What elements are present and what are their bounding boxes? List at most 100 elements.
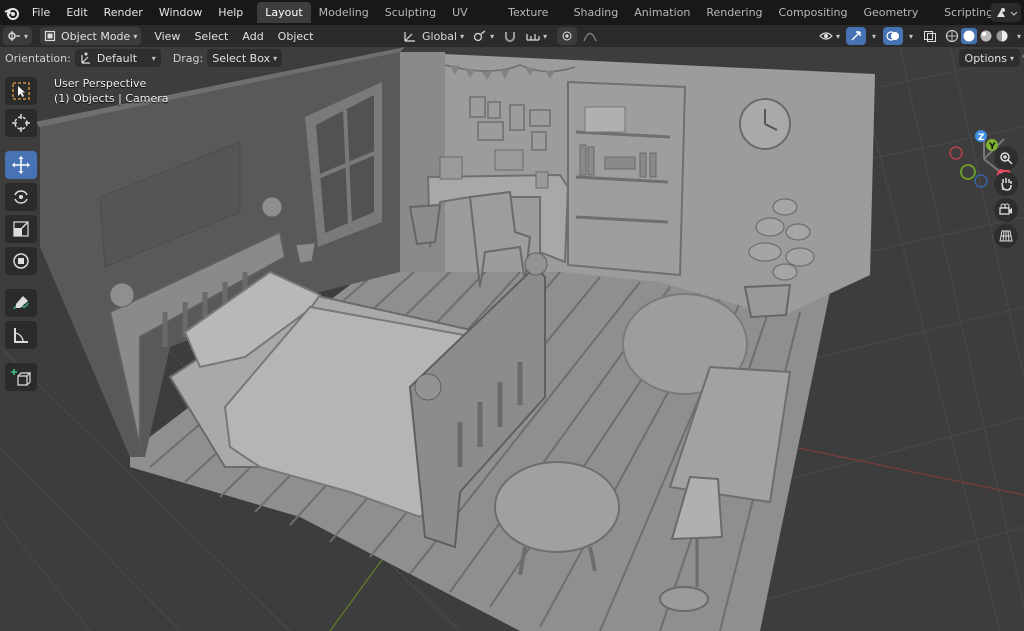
ortho-toggle-button[interactable] xyxy=(994,224,1018,248)
drag-setting-value: Select Box xyxy=(212,51,271,65)
menu-edit[interactable]: Edit xyxy=(58,0,95,25)
neg-y-handle xyxy=(960,164,976,180)
select-box-tool[interactable] xyxy=(5,77,37,105)
proportional-edit-toggle[interactable] xyxy=(557,27,578,45)
zoom-button[interactable] xyxy=(994,146,1018,170)
editor-type-button[interactable]: ▾ xyxy=(3,27,33,45)
options-dropdown[interactable]: Options ▾ xyxy=(958,49,1020,67)
header-menu-object[interactable]: Object xyxy=(271,30,321,43)
menu-file[interactable]: File xyxy=(24,0,58,25)
3d-viewport[interactable]: User Perspective (1) Objects | Camera X … xyxy=(0,47,1024,631)
side-table xyxy=(494,461,620,553)
scene-icon xyxy=(997,7,1017,17)
rotate-tool[interactable] xyxy=(5,183,37,211)
grid-perspective-icon xyxy=(999,230,1013,242)
menu-help[interactable]: Help xyxy=(210,0,251,25)
tab-sculpting[interactable]: Sculpting xyxy=(377,2,444,23)
collection-label: (1) Objects | Camera xyxy=(54,92,169,105)
measure-tool[interactable] xyxy=(5,321,37,349)
top-menu-bar: File Edit Render Window Help Layout Mode… xyxy=(0,0,1024,40)
y-axis-line xyxy=(329,556,385,631)
camera-icon xyxy=(999,203,1012,215)
tab-animation[interactable]: Animation xyxy=(626,2,698,23)
pan-button[interactable] xyxy=(994,172,1018,196)
zoom-icon xyxy=(1000,152,1013,165)
scale-icon xyxy=(13,221,29,237)
menu-render[interactable]: Render xyxy=(96,0,151,25)
tab-rendering[interactable]: Rendering xyxy=(698,2,770,23)
viewport-header: ▾ Object Mode ▾ View Select Add Object G… xyxy=(0,25,1024,47)
tab-geometry-nodes[interactable]: Geometry Nodes xyxy=(855,2,936,40)
snap-toggle[interactable] xyxy=(500,27,520,45)
cursor-icon xyxy=(12,114,30,132)
snap-target-dropdown[interactable]: ▾ xyxy=(523,27,550,45)
select-box-icon xyxy=(12,82,30,100)
desk-books xyxy=(439,156,463,180)
visibility-dropdown[interactable]: ▾ xyxy=(816,27,843,45)
mode-label: Object Mode xyxy=(61,29,131,43)
snap-increment-icon xyxy=(526,34,540,41)
tab-layout[interactable]: Layout xyxy=(257,2,311,23)
xray-toggle[interactable] xyxy=(920,27,940,45)
overlays-dropdown[interactable]: ▾ xyxy=(909,32,913,41)
header-menu-select[interactable]: Select xyxy=(187,30,235,43)
orientation-setting-value: Default xyxy=(96,51,138,65)
shading-dropdown[interactable]: ▾ xyxy=(1017,32,1021,41)
material-shading-icon[interactable] xyxy=(979,29,993,43)
perspective-label: User Perspective xyxy=(54,77,147,90)
gizmo-icon xyxy=(851,31,861,41)
tab-texture-paint[interactable]: Texture Paint xyxy=(500,2,565,40)
menu-window[interactable]: Window xyxy=(151,0,210,25)
neg-z-handle xyxy=(974,174,988,188)
tab-uv-editing[interactable]: UV Editing xyxy=(444,2,500,40)
camera-view-button[interactable] xyxy=(994,198,1018,222)
add-cube-tool[interactable] xyxy=(5,363,37,391)
x-axis-line xyxy=(759,439,1024,496)
pivot-point-dropdown[interactable]: ▾ xyxy=(470,27,497,45)
bookcase-box xyxy=(584,106,626,133)
gizmo-toggle[interactable] xyxy=(845,27,866,45)
scene-selector-button[interactable] xyxy=(991,3,1021,22)
cursor-tool[interactable] xyxy=(5,109,37,137)
eye-icon xyxy=(819,32,833,40)
rotate-icon xyxy=(14,190,28,204)
annotate-tool[interactable] xyxy=(5,289,37,317)
options-label: Options xyxy=(964,51,1007,65)
editor-type-icon xyxy=(8,31,20,41)
blender-logo-icon[interactable] xyxy=(0,0,24,25)
z-axis-label: Z xyxy=(978,133,985,143)
overlays-toggle[interactable] xyxy=(882,27,903,45)
drag-setting-label: Drag: xyxy=(172,51,204,65)
header-menu-add[interactable]: Add xyxy=(235,30,270,43)
orientation-setting-label: Orientation: xyxy=(5,51,71,65)
footboard-knob-left xyxy=(414,373,442,401)
move-tool[interactable] xyxy=(5,151,37,179)
orientation-dropdown[interactable]: Global ▾ xyxy=(400,27,467,45)
solid-shading-button[interactable] xyxy=(960,28,977,44)
falloff-dropdown[interactable] xyxy=(580,27,600,45)
tab-shading[interactable]: Shading xyxy=(566,2,627,23)
gizmo-dropdown[interactable]: ▾ xyxy=(872,32,876,41)
bedside-lamp xyxy=(295,242,316,264)
overlays-icon xyxy=(886,31,899,41)
tab-modeling[interactable]: Modeling xyxy=(311,2,377,23)
header-menu-view[interactable]: View xyxy=(147,30,187,43)
object-mode-icon xyxy=(44,30,56,42)
rendered-shading-icon[interactable] xyxy=(995,29,1009,43)
footboard-knob-right xyxy=(524,252,548,276)
bedpost-knob-left xyxy=(109,282,135,308)
left-toolbar xyxy=(5,77,39,395)
proportional-icon xyxy=(562,31,572,41)
scale-tool[interactable] xyxy=(5,215,37,243)
move-icon xyxy=(12,156,30,174)
drag-setting-dropdown[interactable]: Select Box ▾ xyxy=(207,49,283,67)
tab-compositing[interactable]: Compositing xyxy=(771,2,856,23)
tool-settings-bar: Orientation: Default ▾ Drag: Select Box … xyxy=(0,47,1024,69)
wireframe-shading-icon[interactable] xyxy=(945,29,959,43)
default-orientation-icon xyxy=(81,52,90,64)
workspace-tabs: Layout Modeling Sculpting UV Editing Tex… xyxy=(257,0,1024,40)
mode-dropdown[interactable]: Object Mode ▾ xyxy=(40,27,142,45)
orientation-setting-dropdown[interactable]: Default ▾ xyxy=(74,49,161,67)
transform-tool[interactable] xyxy=(5,247,37,275)
global-orientation-icon xyxy=(404,32,415,42)
